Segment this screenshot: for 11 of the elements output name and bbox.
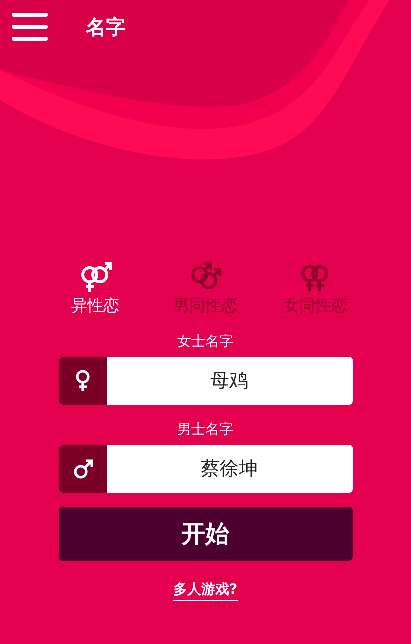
name-field[interactable]: 蔡徐坤 (58, 445, 352, 493)
menu-button[interactable] (12, 13, 48, 41)
field-label: 男士名字 (178, 421, 234, 439)
male-symbol-icon (72, 458, 92, 480)
field-label: 女士名字 (178, 333, 234, 351)
start-button[interactable]: 开始 (58, 507, 352, 561)
multiplayer-link[interactable]: 多人游戏? (173, 581, 238, 601)
app-title: 名字 (86, 14, 126, 40)
name-field[interactable]: 母鸡 (58, 357, 352, 405)
mode-tab[interactable]: 异性恋 (46, 262, 146, 317)
gender-symbol-icon (78, 262, 112, 294)
